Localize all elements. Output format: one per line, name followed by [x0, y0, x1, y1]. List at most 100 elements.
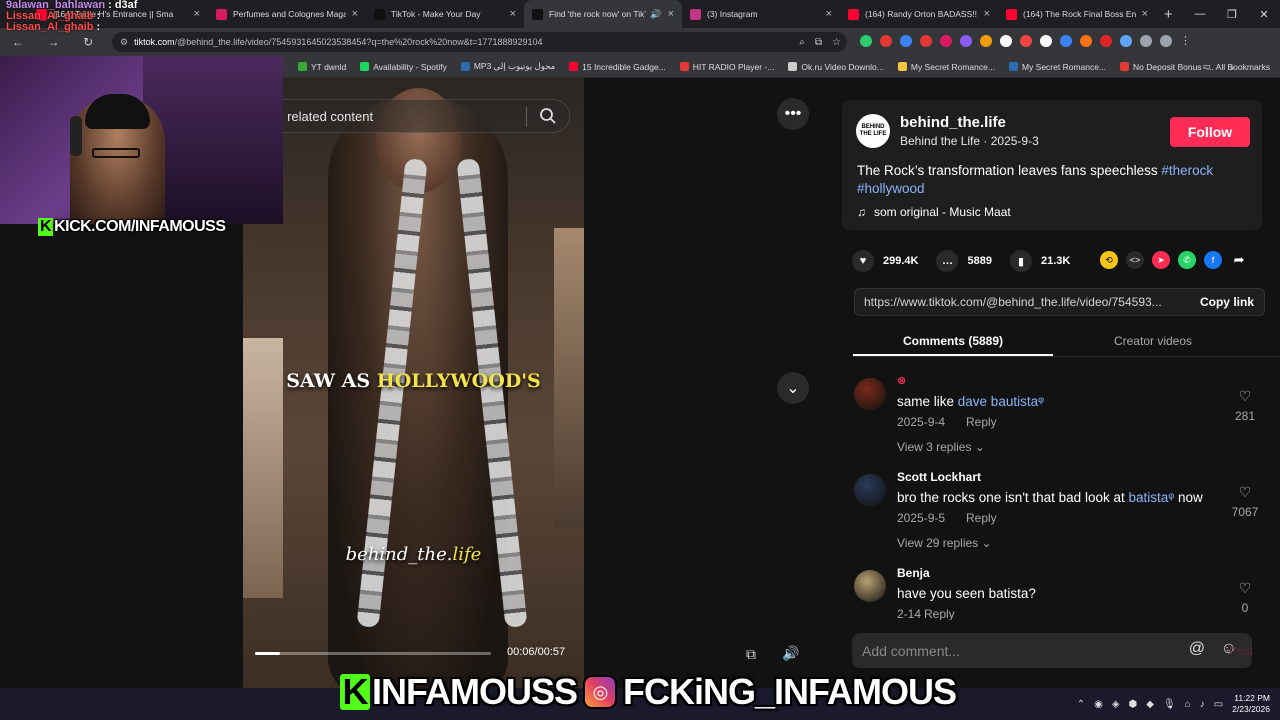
battery-icon[interactable]: ▭ — [1214, 699, 1223, 710]
url-field[interactable]: ⚙ tiktok.com /@behind_the.life/video/754… — [112, 32, 847, 52]
video-player[interactable]: SAW AS HOLLYWOOD'S behind_the.life 00:06… — [243, 78, 584, 688]
close-tab-icon[interactable]: × — [1142, 8, 1148, 20]
view-replies-button[interactable]: View 3 replies ⌄ — [897, 440, 985, 454]
bookmark-item[interactable]: My Secret Romance... — [897, 61, 995, 72]
comment-search-link[interactable]: dave bautistaᵠ — [958, 394, 1044, 409]
extension-icon[interactable] — [860, 34, 872, 47]
tab-creator-videos[interactable]: Creator videos — [1053, 328, 1253, 356]
repost-icon[interactable]: ⟲ — [1100, 251, 1118, 269]
close-tab-icon[interactable]: × — [984, 8, 990, 20]
hashtag-link[interactable]: #hollywood — [857, 181, 925, 196]
creator-avatar[interactable]: BEHIND THE LIFE — [856, 114, 890, 148]
browser-menu-icon[interactable]: ⋮ — [1180, 34, 1191, 47]
next-video-chevron-down-icon[interactable]: ⌄ — [777, 372, 809, 404]
comment-like[interactable]: ♡ 7067 — [1228, 484, 1262, 519]
all-bookmarks[interactable]: ▭ All Bookmarks — [1203, 61, 1270, 72]
related-search-box[interactable]: nd related content — [260, 99, 570, 133]
send-icon[interactable]: ➤ — [1152, 251, 1170, 269]
close-window-icon[interactable]: ✕ — [1248, 8, 1280, 21]
commenter-avatar[interactable] — [854, 474, 886, 506]
taskbar-clock[interactable]: 11:22 PM 2/23/2026 — [1232, 693, 1270, 715]
whatsapp-icon[interactable]: ✆ — [1178, 251, 1196, 269]
video-progress-bar[interactable] — [255, 652, 491, 655]
bookmark-item[interactable]: 15 Incredible Gadge... — [569, 61, 666, 72]
comment-icon[interactable]: … — [936, 250, 959, 272]
heart-outline-icon[interactable]: ♡ — [1228, 580, 1262, 597]
copy-link-button[interactable]: Copy link — [1200, 295, 1254, 309]
tab-audio-icon[interactable]: 🔊 — [650, 9, 661, 20]
extension-icon[interactable] — [1060, 34, 1072, 47]
browser-tab[interactable]: TikTok - Make Your Day × — [366, 0, 524, 28]
commenter-avatar[interactable] — [854, 570, 886, 602]
close-tab-icon[interactable]: × — [352, 8, 358, 20]
forward-icon[interactable]: → — [47, 35, 59, 49]
share-link-url[interactable]: https://www.tiktok.com/@behind_the.life/… — [855, 295, 1173, 309]
reload-icon[interactable]: ↻ — [83, 35, 93, 49]
mention-icon[interactable]: @ — [1189, 640, 1205, 658]
extension-icon[interactable] — [980, 34, 992, 47]
network-icon[interactable]: ⌂ — [1185, 699, 1191, 710]
miniplayer-icon[interactable]: ⧉ — [746, 646, 756, 663]
share-arrow-icon[interactable]: ➦ — [1230, 251, 1248, 269]
cast-icon[interactable]: ⧉ — [815, 37, 822, 48]
extension-icon[interactable] — [880, 34, 892, 47]
tray-app-icon[interactable]: ◉ — [1094, 699, 1103, 710]
embed-icon[interactable]: <> — [1126, 251, 1144, 269]
microphone-icon[interactable]: 🎙 — [1163, 699, 1176, 710]
extension-icon[interactable] — [940, 34, 952, 47]
heart-outline-icon[interactable]: ♡ — [1228, 388, 1262, 405]
reply-button[interactable]: Reply — [966, 415, 997, 429]
tray-app-icon[interactable]: ◆ — [1146, 699, 1154, 710]
extension-icon[interactable] — [1040, 34, 1052, 47]
extension-icon[interactable] — [1000, 34, 1012, 47]
profile-avatar[interactable] — [1160, 34, 1172, 47]
zoom-icon[interactable]: ⌕ — [799, 37, 805, 48]
commenter-name[interactable]: Scott Lockhart — [897, 470, 981, 484]
facebook-icon[interactable]: f — [1204, 251, 1222, 269]
commenter-name[interactable]: Benja — [897, 566, 930, 580]
speaker-icon[interactable]: ♪ — [1200, 699, 1205, 710]
commenter-avatar[interactable] — [854, 378, 886, 410]
media-controls-icon[interactable] — [1140, 34, 1152, 47]
new-tab-button[interactable]: + — [1164, 6, 1173, 23]
tab-comments[interactable]: Comments (5889) — [853, 328, 1053, 356]
site-info-icon[interactable]: ⚙ — [120, 37, 128, 48]
follow-button[interactable]: Follow — [1170, 117, 1250, 147]
bookmark-item[interactable]: Ok.ru Video Downlo... — [788, 61, 884, 72]
bookmark-icon[interactable]: ▮ — [1009, 250, 1032, 272]
extension-icon[interactable] — [1100, 34, 1112, 47]
heart-outline-icon[interactable]: ♡ — [1228, 484, 1262, 501]
bookmark-star-icon[interactable]: ☆ — [832, 37, 841, 48]
comment-stat[interactable]: … 5889 — [936, 250, 992, 272]
extension-icon[interactable] — [1020, 34, 1032, 47]
tray-app-icon[interactable]: ⬢ — [1129, 699, 1138, 710]
heart-icon[interactable]: ♥ — [852, 250, 874, 272]
back-icon[interactable]: ← — [12, 35, 24, 49]
search-icon[interactable] — [539, 107, 557, 130]
comment-like[interactable]: ♡ 0 — [1228, 580, 1262, 615]
add-comment-field[interactable]: Add comment... @ ☺ — [852, 633, 1252, 668]
bookmark-item[interactable]: HIT RADIO Player -... — [679, 61, 774, 72]
creator-username[interactable]: behind_the.life — [900, 114, 1006, 131]
music-info[interactable]: ♫ som original - Music Maat — [857, 205, 1011, 219]
bookmark-item[interactable]: MP3 محول يوتيوب إلى — [460, 61, 555, 72]
save-stat[interactable]: ▮ 21.3K — [1009, 250, 1070, 272]
browser-tab[interactable]: Find 'the rock now' on TikTok 🔊 × — [524, 0, 682, 28]
tray-app-icon[interactable]: ◈ — [1112, 699, 1120, 710]
more-options-icon[interactable]: ••• — [777, 98, 809, 130]
browser-tab[interactable]: Perfumes and Colognes Magaz × — [208, 0, 366, 28]
browser-tab[interactable]: (164) Randy Orton BADASS!! E × — [840, 0, 998, 28]
like-stat[interactable]: ♥ 299.4K — [852, 250, 918, 272]
bookmark-item[interactable]: My Secret Romance... — [1008, 61, 1106, 72]
bookmark-item[interactable]: YT dwnld — [298, 61, 346, 72]
comment-search-link[interactable]: batistaᵠ — [1128, 490, 1174, 505]
minimize-icon[interactable]: — — [1184, 8, 1216, 20]
extension-icon[interactable] — [900, 34, 912, 47]
close-tab-icon[interactable]: × — [194, 8, 200, 20]
browser-tab[interactable]: (164) The Rock Final Boss Entra × — [998, 0, 1156, 28]
volume-icon[interactable]: 🔊 — [782, 645, 799, 662]
bookmark-item[interactable]: Availability - Spotify — [360, 61, 447, 72]
bookmark-item[interactable]: No Deposit Bonus -... — [1120, 61, 1214, 72]
reply-button[interactable]: Reply — [966, 511, 997, 525]
extension-icon[interactable] — [920, 34, 932, 47]
